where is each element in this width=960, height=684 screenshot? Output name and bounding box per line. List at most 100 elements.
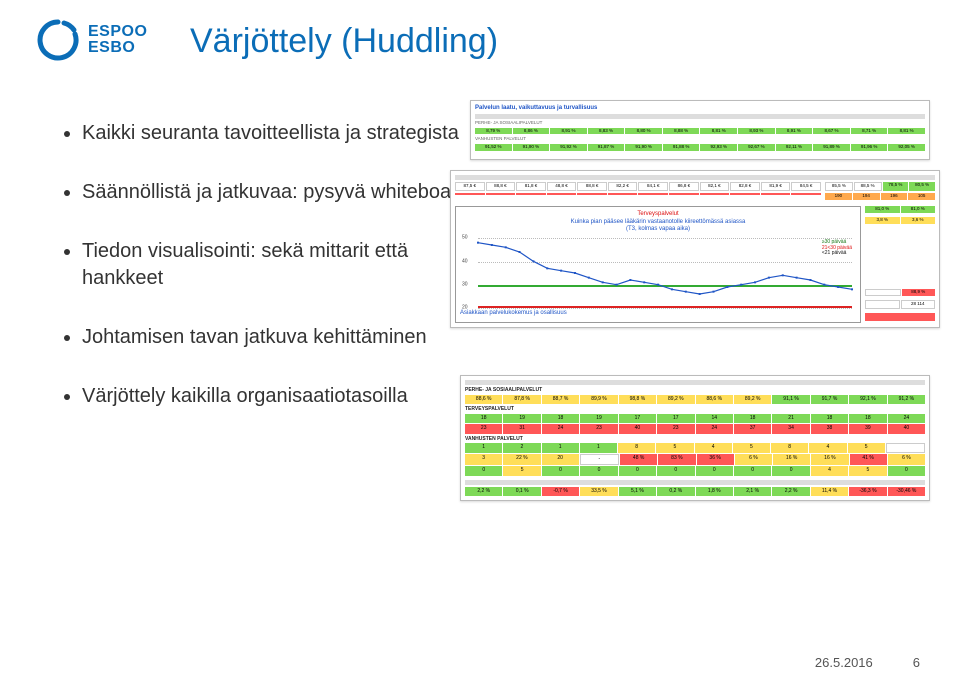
- metric-cell: 48 %: [620, 454, 657, 466]
- metric-cell: 2,1 %: [734, 487, 771, 497]
- panel-top: Palvelun laatu, vaikuttavuus ja turvalli…: [470, 100, 930, 160]
- panel-middle: 87,5 €88,8 €81,8 €48,8 €88,8 €82,2 €84,1…: [450, 170, 940, 328]
- metric-cell: [577, 193, 607, 195]
- metric-cell: 190: [825, 193, 852, 200]
- cost-row-b: 85,5 %88,5 %78,5 %80,5 %: [825, 182, 935, 191]
- metric-cell: [730, 193, 760, 195]
- slide: ESPOO ESBO Värjöttely (Huddling) Kaikki …: [0, 0, 960, 684]
- metric-cell: 92,93 %: [700, 144, 737, 151]
- panel-bottom: PERHE- JA SOSIAALIPALVELUT 88,6 %87,8 %8…: [460, 375, 930, 501]
- metric-cell: 1,8 %: [696, 487, 733, 497]
- metric-cell: 8,93 %: [738, 128, 775, 135]
- metric-cell: 40: [619, 424, 656, 434]
- metric-cell: 91,89 %: [813, 144, 850, 151]
- section-label: TERVEYSPALVELUT: [465, 407, 925, 413]
- bullet-item: Säännöllistä ja jatkuvaa: pysyvä whitebo…: [82, 179, 480, 206]
- chart: Terveyspalvelut Kuinka pian pääsee lääkä…: [455, 206, 861, 323]
- metric-cell: 0: [619, 466, 656, 476]
- metric-cell: 22 %: [503, 454, 540, 466]
- metric-cell: 0: [657, 466, 694, 476]
- metric-cell: 0: [542, 466, 579, 476]
- logo-text: ESPOO ESBO: [88, 24, 147, 56]
- footer-page: 6: [913, 655, 920, 670]
- metric-cell: [638, 193, 668, 195]
- side-cell: 81,0 %: [865, 206, 900, 213]
- side-cell: 3,6 %: [901, 217, 936, 224]
- metric-cell: [547, 193, 577, 195]
- section-label: VANHUSTEN PALVELUT: [465, 437, 925, 443]
- chart-title-line3: (T3, kolmas vapaa aika): [626, 226, 690, 232]
- metric-cell: 17: [657, 414, 694, 424]
- metric-cell: 88,6 %: [465, 395, 502, 405]
- metric-cell: 18: [734, 414, 771, 424]
- metric-cell: 88,6 %: [696, 395, 733, 405]
- metric-cell: 5,1 %: [619, 487, 656, 497]
- metric-cell: [791, 193, 821, 195]
- metric-cell: [669, 193, 699, 195]
- metric-cell: 16 %: [773, 454, 810, 466]
- metric-cell: [886, 443, 925, 453]
- bullet-item: Värjöttely kaikilla organisaatiotasoilla: [82, 383, 480, 410]
- metric-cell: 89,2 %: [734, 395, 771, 405]
- metric-cell: 87,8 %: [503, 395, 540, 405]
- subsection-label: PERHE- JA SOSIAALIPALVELUT: [475, 121, 925, 126]
- metric-cell: -36,3 %: [849, 487, 886, 497]
- metric-cell: 23: [580, 424, 617, 434]
- metric-cell: 39: [849, 424, 886, 434]
- side-cell: 3,8 %: [865, 217, 900, 224]
- metric-row: 181918191717141821181824: [465, 414, 925, 424]
- metric-cell: [486, 193, 516, 195]
- side-cell: 28 114: [901, 300, 936, 309]
- metric-cell: 0,1 %: [503, 487, 540, 497]
- chart-title: Terveyspalvelut Kuinka pian pääsee lääkä…: [460, 211, 856, 234]
- metric-cell: 24: [888, 414, 925, 424]
- metric-row: 233124234023243734383940: [465, 424, 925, 434]
- metric-cell: 3: [465, 454, 502, 466]
- metric-cell: 8,91 %: [550, 128, 587, 135]
- metric-cell: 88,8 €: [577, 182, 607, 191]
- metric-cell: 80,5 %: [909, 182, 935, 191]
- metric-cell: 18: [465, 414, 502, 424]
- metric-cell: 14: [696, 414, 733, 424]
- metric-cell: 0: [734, 466, 771, 476]
- cost-row: 87,5 €88,8 €81,8 €48,8 €88,8 €82,2 €84,1…: [455, 182, 821, 191]
- metric-cell: 82,1 €: [700, 182, 730, 191]
- metric-cell: 84,1 €: [638, 182, 668, 191]
- page-title: Värjöttely (Huddling): [190, 22, 498, 61]
- metric-cell: 48,8 €: [547, 182, 577, 191]
- metric-cell: 88,8 €: [486, 182, 516, 191]
- metric-cell: 8,88 %: [663, 128, 700, 135]
- metric-row: 12118545845: [465, 443, 925, 453]
- logo: ESPOO ESBO: [36, 18, 147, 62]
- metric-cell: 91,2 %: [888, 395, 925, 405]
- logo-line2: ESBO: [88, 40, 147, 56]
- metric-cell: 0: [772, 466, 809, 476]
- metric-cell: -30,46 %: [888, 487, 925, 497]
- metric-cell: 88,5 %: [854, 182, 882, 191]
- panel-top-title: Palvelun laatu, vaikuttavuus ja turvalli…: [475, 105, 925, 112]
- metric-row: 2,2 %0,1 %-0,7 %33,5 %5,1 %0,2 %1,8 %2,1…: [465, 487, 925, 497]
- metric-cell: 37: [734, 424, 771, 434]
- side-cell: [865, 313, 935, 321]
- metric-cell: 91,92 %: [550, 144, 587, 151]
- metric-cell: 81,9 €: [761, 182, 791, 191]
- header-row: [465, 380, 925, 385]
- metric-cell: 6 %: [735, 454, 772, 466]
- red-row-b: 190194196105: [825, 193, 935, 200]
- metric-cell: 92,11 %: [776, 144, 813, 151]
- metric-cell: 8,91 %: [776, 128, 813, 135]
- metric-cell: 8: [771, 443, 808, 453]
- metric-cell: 92,1 %: [849, 395, 886, 405]
- metric-cell: 2: [503, 443, 540, 453]
- bullet-list: Kaikki seuranta tavoitteellista ja strat…: [60, 120, 480, 442]
- footer-date: 26.5.2016: [815, 655, 873, 670]
- metric-cell: 8,80 %: [625, 128, 662, 135]
- metric-cell: 0,2 %: [657, 487, 694, 497]
- metric-cell: 38: [811, 424, 848, 434]
- metric-cell: 24: [542, 424, 579, 434]
- metric-cell: 24: [696, 424, 733, 434]
- metric-cell: 92,05 %: [888, 144, 925, 151]
- footer: 26.5.2016 6: [815, 655, 920, 670]
- metric-cell: 34: [772, 424, 809, 434]
- metric-cell: 194: [853, 193, 880, 200]
